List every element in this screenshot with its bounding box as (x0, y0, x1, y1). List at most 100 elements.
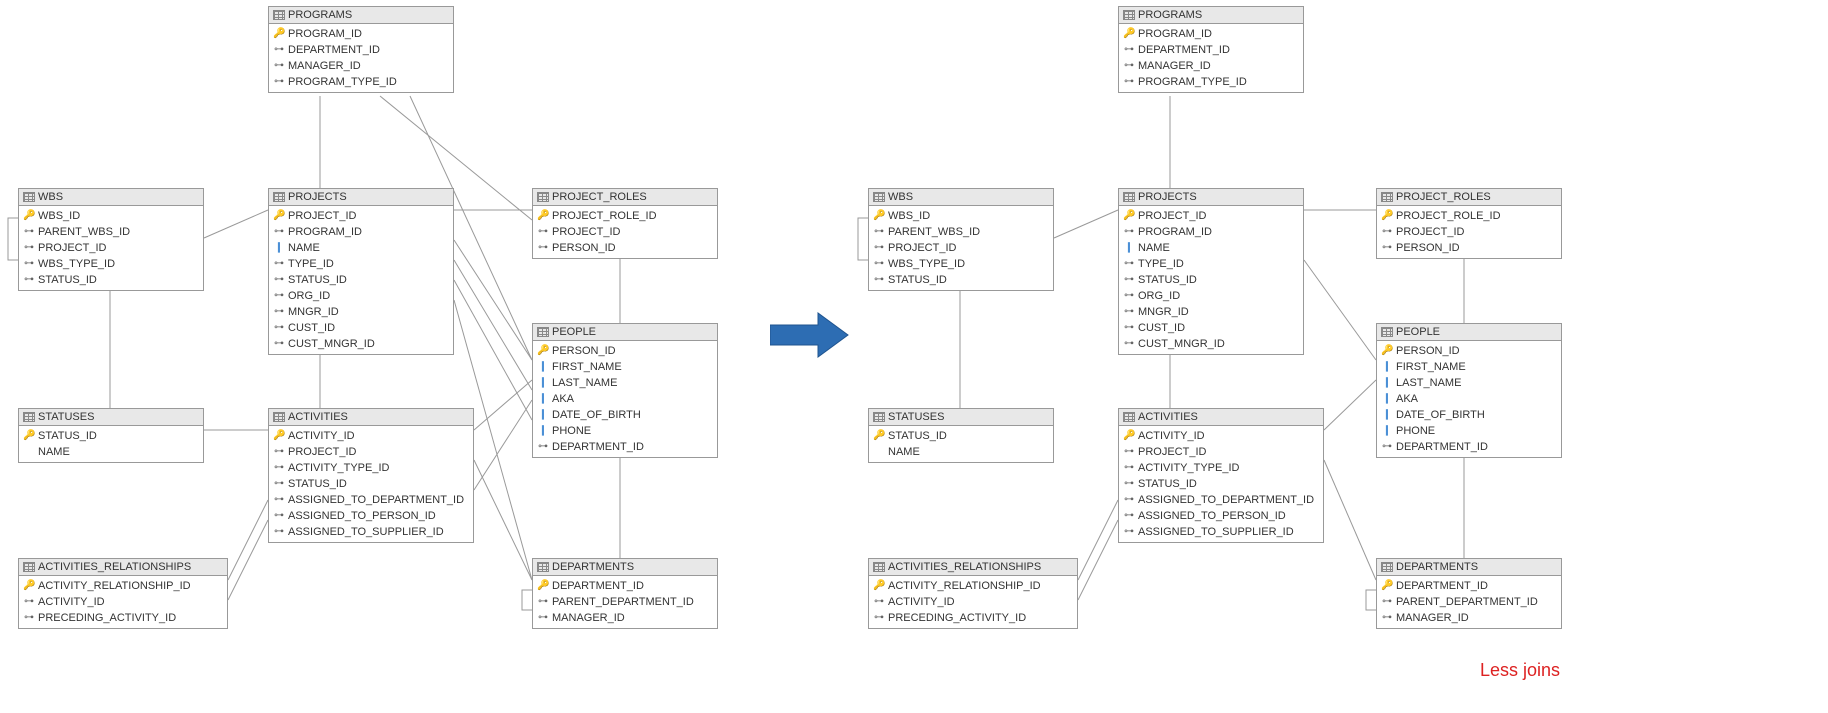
entity-title: DEPARTMENTS (1396, 561, 1478, 573)
column-name: WBS_ID (38, 209, 80, 223)
fk-icon: ⊶ (537, 611, 549, 625)
fk-icon: ⊶ (273, 305, 285, 319)
entity-wbs: WBS🔑WBS_ID⊶PARENT_WBS_ID⊶PROJECT_ID⊶WBS_… (18, 188, 204, 291)
entity-title: WBS (888, 191, 913, 203)
column-row: 🔑ACTIVITY_ID (1119, 428, 1323, 444)
column-name: PROGRAM_TYPE_ID (288, 75, 397, 89)
column-name: ASSIGNED_TO_SUPPLIER_ID (288, 525, 444, 539)
column-name: STATUS_ID (1138, 273, 1197, 287)
column-name: NAME (288, 241, 320, 255)
column-row: ⊶ACTIVITY_ID (19, 594, 227, 610)
column-row: ❙FIRST_NAME (1377, 359, 1561, 375)
column-row: ⊶ORG_ID (1119, 288, 1303, 304)
table-icon (537, 561, 549, 573)
entity-people: PEOPLE🔑PERSON_ID❙FIRST_NAME❙LAST_NAME❙AK… (1376, 323, 1562, 458)
column-name: STATUS_ID (288, 477, 347, 491)
entity-title: PROJECTS (288, 191, 347, 203)
column-name: STATUS_ID (38, 429, 97, 443)
entity-header: ACTIVITIES (1119, 409, 1323, 426)
column-icon: ❙ (1123, 241, 1135, 255)
column-name: MANAGER_ID (552, 611, 625, 625)
column-name: WBS_ID (888, 209, 930, 223)
column-row: ⊶CUST_ID (269, 320, 453, 336)
column-name: PARENT_DEPARTMENT_ID (552, 595, 694, 609)
column-row: ⊶PROJECT_ID (1377, 224, 1561, 240)
column-icon: ❙ (1381, 408, 1393, 422)
fk-icon: ⊶ (1381, 440, 1393, 454)
column-row: ⊶DEPARTMENT_ID (533, 439, 717, 455)
table-icon (23, 191, 35, 203)
entity-header: WBS (869, 189, 1053, 206)
table-icon (873, 191, 885, 203)
fk-icon: ⊶ (1123, 525, 1135, 539)
entity-title: ACTIVITIES (1138, 411, 1198, 423)
fk-icon: ⊶ (273, 477, 285, 491)
table-icon (1381, 326, 1393, 338)
entity-people: PEOPLE🔑PERSON_ID❙FIRST_NAME❙LAST_NAME❙AK… (532, 323, 718, 458)
column-row: ⊶PARENT_DEPARTMENT_ID (533, 594, 717, 610)
fk-icon: ⊶ (1123, 75, 1135, 89)
column-row: ❙AKA (533, 391, 717, 407)
fk-icon: ⊶ (273, 321, 285, 335)
column-row: ⊶PARENT_DEPARTMENT_ID (1377, 594, 1561, 610)
column-row: ⊶WBS_TYPE_ID (19, 256, 203, 272)
entity-departments: DEPARTMENTS🔑DEPARTMENT_ID⊶PARENT_DEPARTM… (532, 558, 718, 629)
column-name: STATUS_ID (38, 273, 97, 287)
column-row: ⊶PROGRAM_TYPE_ID (1119, 74, 1303, 90)
entity-body: 🔑PROJECT_ID⊶PROGRAM_ID❙NAME⊶TYPE_ID⊶STAT… (1119, 206, 1303, 354)
column-name: ASSIGNED_TO_SUPPLIER_ID (1138, 525, 1294, 539)
column-row: ⊶ACTIVITY_TYPE_ID (1119, 460, 1323, 476)
column-row: 🔑WBS_ID (19, 208, 203, 224)
entity-title: ACTIVITIES (288, 411, 348, 423)
fk-icon: ⊶ (273, 525, 285, 539)
table-icon (273, 411, 285, 423)
caption-less-joins: Less joins (1480, 660, 1560, 681)
column-row: ⊶MANAGER_ID (1377, 610, 1561, 626)
column-name: PROJECT_ID (288, 445, 356, 459)
fk-icon: ⊶ (1123, 337, 1135, 351)
fk-icon: ⊶ (1381, 595, 1393, 609)
column-name: MANAGER_ID (288, 59, 361, 73)
column-name: DATE_OF_BIRTH (1396, 408, 1485, 422)
column-name: PROJECT_ID (888, 241, 956, 255)
fk-icon: ⊶ (1123, 461, 1135, 475)
entity-body: 🔑PERSON_ID❙FIRST_NAME❙LAST_NAME❙AKA❙DATE… (533, 341, 717, 457)
column-name: PARENT_WBS_ID (38, 225, 130, 239)
table-icon (537, 326, 549, 338)
column-row: ⊶ASSIGNED_TO_DEPARTMENT_ID (269, 492, 473, 508)
entity-header: PROGRAMS (269, 7, 453, 24)
column-row: ⊶MNGR_ID (269, 304, 453, 320)
entity-header: STATUSES (869, 409, 1053, 426)
entity-wbs: WBS🔑WBS_ID⊶PARENT_WBS_ID⊶PROJECT_ID⊶WBS_… (868, 188, 1054, 291)
column-row: 🔑PROJECT_ROLE_ID (533, 208, 717, 224)
entity-project_roles: PROJECT_ROLES 🔑PROJECT_ROLE_ID⊶PROJECT_ID… (1376, 188, 1562, 259)
table-icon (23, 411, 35, 423)
fk-icon: ⊶ (1123, 273, 1135, 287)
fk-icon: ⊶ (1123, 321, 1135, 335)
column-row: ⊶STATUS_ID (1119, 272, 1303, 288)
column-row: ⊶STATUS_ID (19, 272, 203, 288)
column-name: FIRST_NAME (552, 360, 622, 374)
fk-icon: ⊶ (537, 440, 549, 454)
column-row: NAME (19, 444, 203, 460)
fk-icon: ⊶ (273, 461, 285, 475)
column-name: PARENT_DEPARTMENT_ID (1396, 595, 1538, 609)
column-row: ⊶CUST_MNGR_ID (1119, 336, 1303, 352)
column-row: ⊶STATUS_ID (869, 272, 1053, 288)
pk-icon: 🔑 (273, 429, 285, 443)
column-row: 🔑PROJECT_ROLE_ID (1377, 208, 1561, 224)
fk-icon: ⊶ (273, 273, 285, 287)
entity-title: ACTIVITIES_RELATIONSHIPS (38, 561, 191, 573)
column-row: ⊶ASSIGNED_TO_DEPARTMENT_ID (1119, 492, 1323, 508)
column-name: NAME (1138, 241, 1170, 255)
entity-header: PROJECT_ROLES (1377, 189, 1561, 206)
column-row: ⊶ACTIVITY_TYPE_ID (269, 460, 473, 476)
column-icon: ❙ (537, 360, 549, 374)
column-name: TYPE_ID (1138, 257, 1184, 271)
column-name: ACTIVITY_ID (888, 595, 955, 609)
column-name: PROJECT_ID (38, 241, 106, 255)
column-name: PRECEDING_ACTIVITY_ID (38, 611, 176, 625)
column-name: PROJECT_ROLE_ID (552, 209, 657, 223)
fk-icon: ⊶ (273, 337, 285, 351)
column-row: ⊶PROJECT_ID (869, 240, 1053, 256)
